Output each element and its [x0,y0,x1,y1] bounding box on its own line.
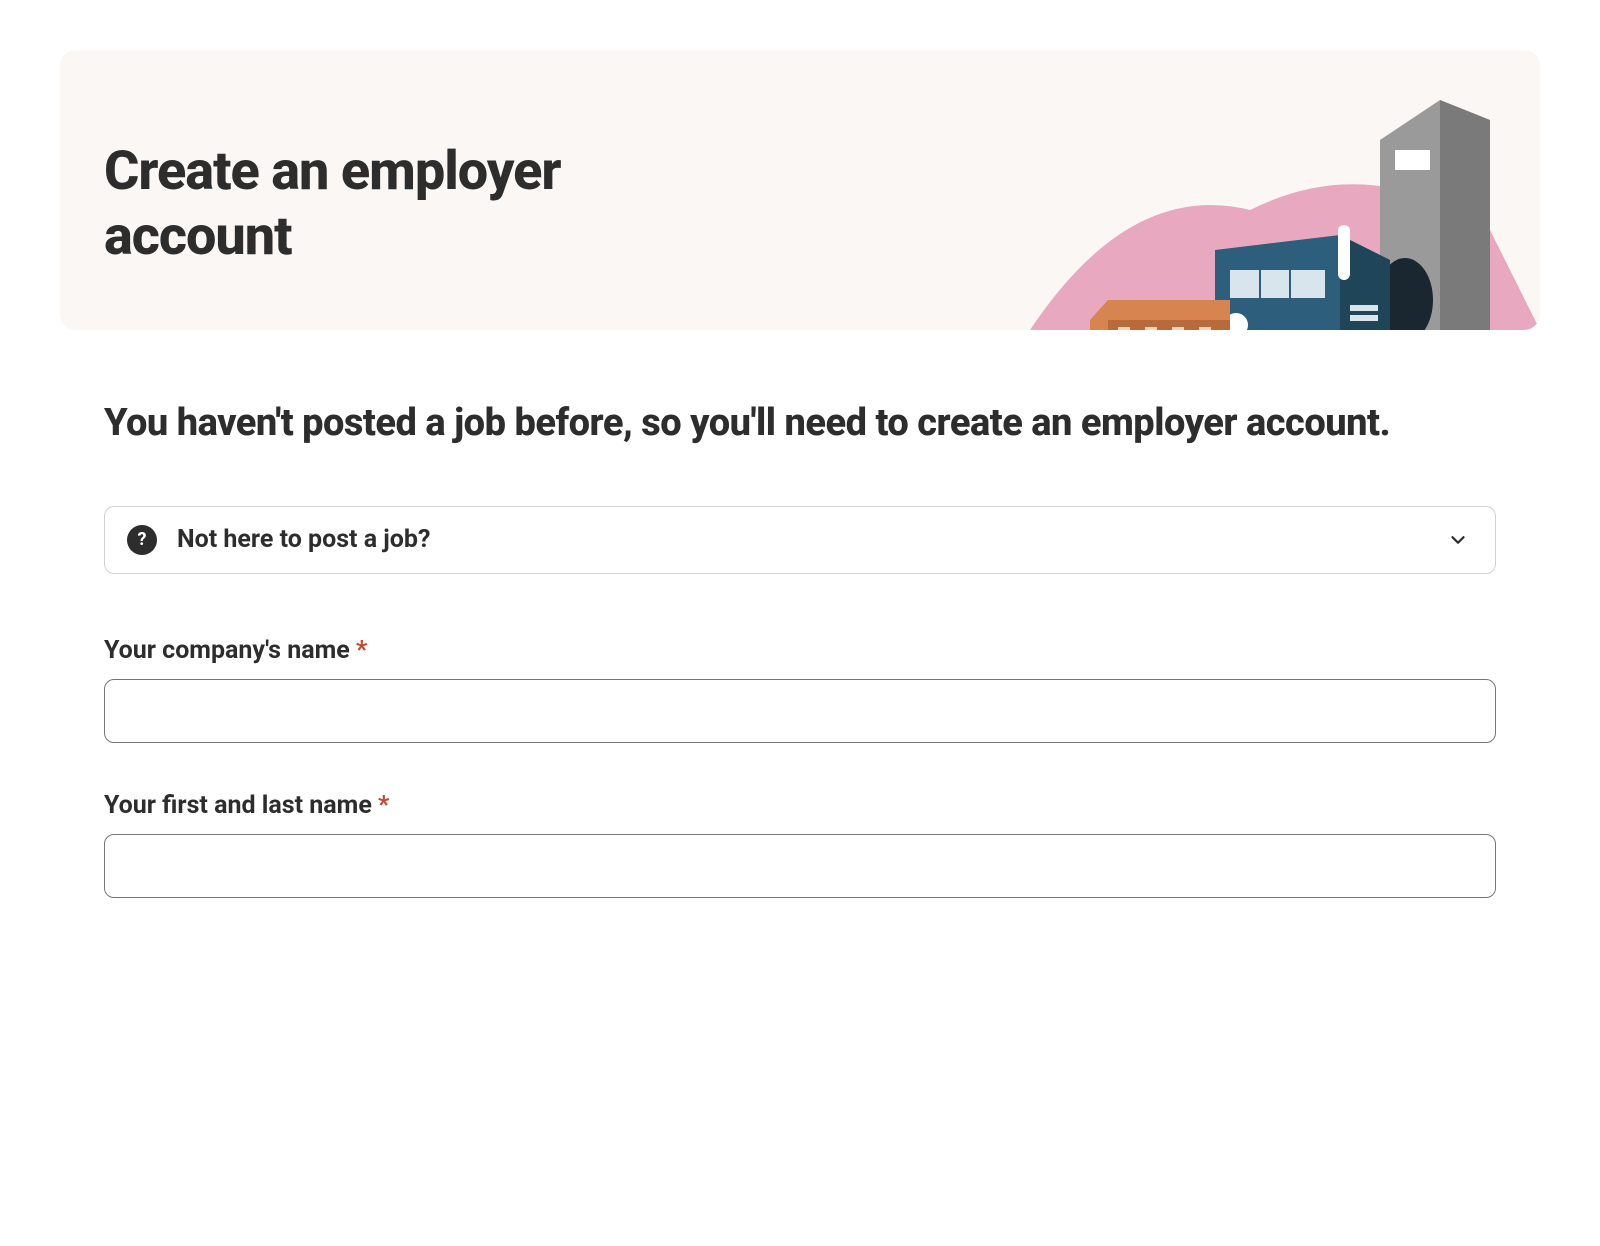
buildings-illustration [1000,50,1540,330]
hero-card: Create an employer account [60,50,1540,330]
required-indicator: * [378,791,389,820]
company-name-input[interactable] [104,679,1496,743]
company-name-label: Your company's name * [104,636,1496,665]
chevron-down-icon [1447,529,1469,551]
main-content: You haven't posted a job before, so you'… [60,330,1540,898]
page-title: Create an employer account [60,50,660,330]
full-name-group: Your first and last name * [104,791,1496,898]
company-name-group: Your company's name * [104,636,1496,743]
subtitle: You haven't posted a job before, so you'… [104,400,1496,448]
full-name-label: Your first and last name * [104,791,1496,820]
not-here-accordion[interactable]: ? Not here to post a job? [104,506,1496,574]
question-icon: ? [127,525,157,555]
accordion-label: Not here to post a job? [177,525,1427,554]
required-indicator: * [356,636,367,665]
full-name-input[interactable] [104,834,1496,898]
